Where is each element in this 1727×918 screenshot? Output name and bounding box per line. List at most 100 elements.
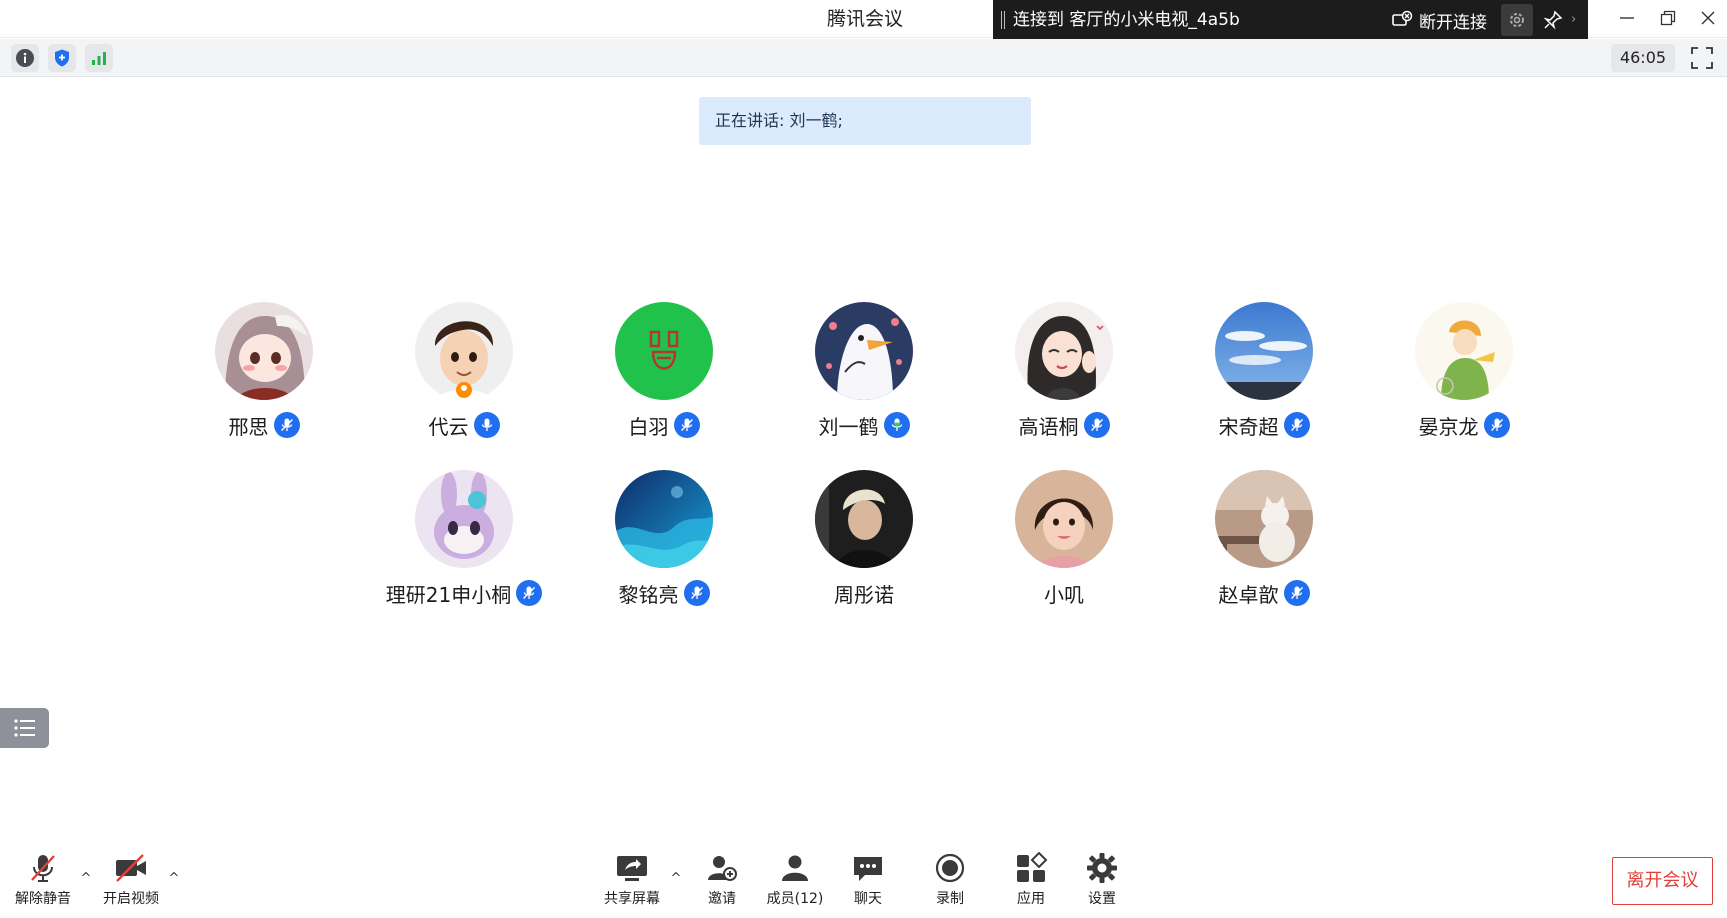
avatar	[615, 470, 713, 568]
participant-label: 白羽	[564, 410, 764, 440]
participant-label: 高语桐	[964, 410, 1164, 440]
participant-name: 晏京龙	[1418, 414, 1479, 439]
chat-label: 聊天	[854, 891, 882, 907]
close-button[interactable]	[1685, 0, 1727, 36]
security-button[interactable]	[48, 44, 76, 72]
avatar	[415, 302, 513, 400]
participant-label: 小叽	[964, 578, 1164, 608]
shield-icon	[55, 49, 69, 67]
participant-name: 邢思	[228, 414, 269, 439]
participant-tile[interactable]: 刘一鹤	[764, 302, 964, 442]
gear-icon	[1510, 13, 1524, 27]
network-signal-button[interactable]	[85, 44, 113, 72]
avatar	[1215, 470, 1313, 568]
avatar	[415, 470, 513, 568]
participant-label: 理研21申小桐	[364, 578, 564, 608]
minimize-icon	[1620, 17, 1634, 19]
record-label: 录制	[936, 891, 964, 907]
close-icon	[1701, 11, 1715, 25]
video-options-chevron-icon[interactable]: ^	[166, 872, 182, 886]
participant-name: 周彤诺	[834, 582, 894, 607]
avatar	[815, 302, 913, 400]
info-icon	[16, 49, 34, 67]
avatar	[1215, 302, 1313, 400]
meeting-toolbar: 解除静音 ^ 开启视频 ^ 共享屏幕 ^ 邀请 成员(12) 聊天 录制 应用 …	[0, 838, 1727, 918]
mic-muted-icon	[1283, 412, 1310, 438]
chat-icon	[854, 857, 882, 881]
participant-tile[interactable]: 周彤诺	[764, 470, 964, 610]
audio-options-chevron-icon[interactable]: ^	[78, 872, 94, 886]
participant-label: 代云	[364, 410, 564, 440]
participant-list-toggle[interactable]	[0, 708, 49, 748]
meeting-info-button[interactable]	[11, 44, 39, 72]
participant-tile[interactable]: 邢思	[164, 302, 364, 442]
participant-name: 白羽	[628, 414, 669, 439]
participant-tile[interactable]: 小叽	[964, 470, 1164, 610]
participant-name: 黎铭亮	[618, 582, 679, 607]
invite-label: 邀请	[708, 891, 736, 907]
avatar	[1015, 302, 1113, 400]
mic-off-icon	[31, 855, 55, 882]
members-button[interactable]: 成员(12)	[757, 852, 833, 912]
disconnect-icon	[1392, 10, 1413, 26]
gear-icon	[1087, 853, 1117, 883]
title-bar: 腾讯会议 连接到 客厅的小米电视_4a5b 断开连接 ›	[0, 0, 1727, 40]
fullscreen-icon	[1691, 47, 1713, 69]
leave-meeting-button[interactable]: 离开会议	[1612, 857, 1713, 905]
apps-button[interactable]: 应用	[993, 852, 1069, 912]
apps-label: 应用	[1017, 891, 1045, 907]
participant-name: 高语桐	[1018, 414, 1079, 439]
pin-button[interactable]	[1537, 4, 1569, 36]
mic-muted-icon	[1083, 412, 1110, 438]
mic-muted-icon	[516, 580, 543, 606]
participant-tile[interactable]: 黎铭亮	[564, 470, 764, 610]
share-screen-button[interactable]: 共享屏幕	[594, 852, 670, 912]
participant-tile[interactable]: 理研21申小桐	[364, 470, 564, 610]
participant-tile[interactable]: 宋奇超	[1164, 302, 1364, 442]
participant-tile[interactable]: 高语桐	[964, 302, 1164, 442]
start-video-button[interactable]: 开启视频	[93, 852, 169, 912]
avatar	[615, 302, 713, 400]
drag-handle-icon[interactable]	[1001, 11, 1005, 29]
settings-button[interactable]: 设置	[1064, 852, 1140, 912]
cast-settings-button[interactable]	[1501, 4, 1533, 36]
cast-connection-bar: 连接到 客厅的小米电视_4a5b 断开连接 ›	[993, 0, 1588, 40]
participant-label: 周彤诺	[764, 578, 964, 608]
mic-muted-icon	[673, 412, 700, 438]
cast-status-text: 连接到 客厅的小米电视_4a5b	[1013, 10, 1240, 30]
apps-icon	[1017, 852, 1048, 882]
participant-name: 宋奇超	[1218, 414, 1279, 439]
participant-tile[interactable]: 赵卓歆	[1164, 470, 1364, 610]
avatar	[1015, 470, 1113, 568]
members-icon	[782, 855, 808, 881]
invite-button[interactable]: 邀请	[684, 852, 760, 912]
mic-muted-icon	[683, 580, 710, 606]
participant-label: 晏京龙	[1364, 410, 1564, 440]
chevron-right-icon[interactable]: ›	[1571, 0, 1576, 40]
share-options-chevron-icon[interactable]: ^	[668, 872, 684, 886]
record-button[interactable]: 录制	[912, 852, 988, 912]
list-icon	[13, 719, 35, 737]
disconnect-button[interactable]: 断开连接	[1391, 0, 1487, 40]
fullscreen-button[interactable]	[1690, 46, 1714, 70]
chat-button[interactable]: 聊天	[830, 852, 906, 912]
avatar	[815, 470, 913, 568]
participant-label: 邢思	[164, 410, 364, 440]
meeting-timer: 46:05	[1611, 44, 1675, 72]
participant-name: 赵卓歆	[1218, 582, 1279, 607]
participant-tile[interactable]: 代云	[364, 302, 564, 442]
pin-icon	[1543, 10, 1563, 30]
participant-tile[interactable]: 白羽	[564, 302, 764, 442]
settings-label: 设置	[1088, 891, 1116, 907]
participant-name: 小叽	[1044, 582, 1084, 607]
minimize-button[interactable]	[1604, 0, 1650, 36]
share-screen-icon	[617, 856, 647, 881]
restore-icon	[1660, 10, 1676, 26]
avatar	[1415, 302, 1513, 400]
members-label: 成员(12)	[766, 891, 824, 907]
unmute-button[interactable]: 解除静音	[5, 852, 81, 912]
participant-label: 黎铭亮	[564, 578, 764, 608]
signal-icon	[92, 52, 106, 65]
participant-tile[interactable]: 晏京龙	[1364, 302, 1564, 442]
mic-muted-icon	[1283, 580, 1310, 606]
